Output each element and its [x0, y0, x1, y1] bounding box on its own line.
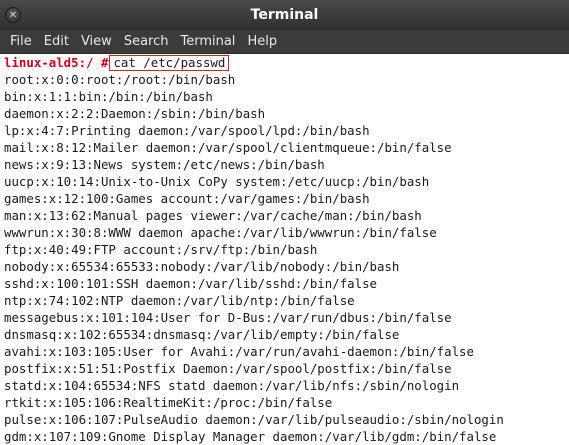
output-line: dnsmasq:x:102:65534:dnsmasq:/var/lib/emp… — [4, 327, 400, 342]
output-line: root:x:0:0:root:/root:/bin/bash — [4, 72, 236, 87]
output-line: daemon:x:2:2:Daemon:/sbin:/bin/bash — [4, 106, 266, 121]
menu-view[interactable]: View — [75, 34, 118, 49]
output-line: avahi:x:103:105:User for Avahi:/var/run/… — [4, 344, 474, 359]
shell-prompt: linux-ald5:/ # — [4, 55, 109, 70]
terminal-window: ✕ Terminal File Edit View Search Termina… — [0, 0, 569, 445]
output-line: gdm:x:107:109:Gnome Display Manager daem… — [4, 429, 497, 444]
output-line: uucp:x:10:14:Unix-to-Unix CoPy system:/e… — [4, 174, 430, 189]
output-line: mail:x:8:12:Mailer daemon:/var/spool/cli… — [4, 140, 452, 155]
menu-search[interactable]: Search — [118, 34, 175, 49]
output-line: pulse:x:106:107:PulseAudio daemon:/var/l… — [4, 412, 504, 427]
output-line: games:x:12:100:Games account:/var/games:… — [4, 191, 370, 206]
output-line: bin:x:1:1:bin:/bin:/bin/bash — [4, 89, 213, 104]
prompt-line: linux-ald5:/ # cat /etc/passwd — [4, 54, 569, 71]
terminal-output-area[interactable]: linux-ald5:/ # cat /etc/passwd root:x:0:0… — [0, 54, 569, 445]
output-line: messagebus:x:101:104:User for D-Bus:/var… — [4, 310, 452, 325]
title-bar: ✕ Terminal — [0, 0, 569, 30]
output-line: ntp:x:74:102:NTP daemon:/var/lib/ntp:/bi… — [4, 293, 355, 308]
output-line: sshd:x:100:101:SSH daemon:/var/lib/sshd:… — [4, 276, 377, 291]
menu-help[interactable]: Help — [241, 34, 283, 49]
typed-command: cat /etc/passwd — [109, 55, 230, 71]
output-line: statd:x:104:65534:NFS statd daemon:/var/… — [4, 378, 460, 393]
output-line: wwwrun:x:30:8:WWW daemon apache:/var/lib… — [4, 225, 437, 240]
output-line: nobody:x:65534:65533:nobody:/var/lib/nob… — [4, 259, 400, 274]
output-line: rtkit:x:105:106:RealtimeKit:/proc:/bin/f… — [4, 395, 333, 410]
output-line: news:x:9:13:News system:/etc/news:/bin/b… — [4, 157, 325, 172]
menu-edit[interactable]: Edit — [38, 34, 75, 49]
output-line: lp:x:4:7:Printing daemon:/var/spool/lpd:… — [4, 123, 370, 138]
close-icon[interactable]: ✕ — [5, 7, 21, 23]
menu-file[interactable]: File — [4, 34, 38, 49]
output-line: man:x:13:62:Manual pages viewer:/var/cac… — [4, 208, 422, 223]
window-title: Terminal — [250, 7, 319, 23]
output-line: postfix:x:51:51:Postfix Daemon:/var/spoo… — [4, 361, 452, 376]
menu-terminal[interactable]: Terminal — [174, 34, 241, 49]
output-line: ftp:x:40:49:FTP account:/srv/ftp:/bin/ba… — [4, 242, 318, 257]
menu-bar: File Edit View Search Terminal Help — [0, 30, 569, 54]
